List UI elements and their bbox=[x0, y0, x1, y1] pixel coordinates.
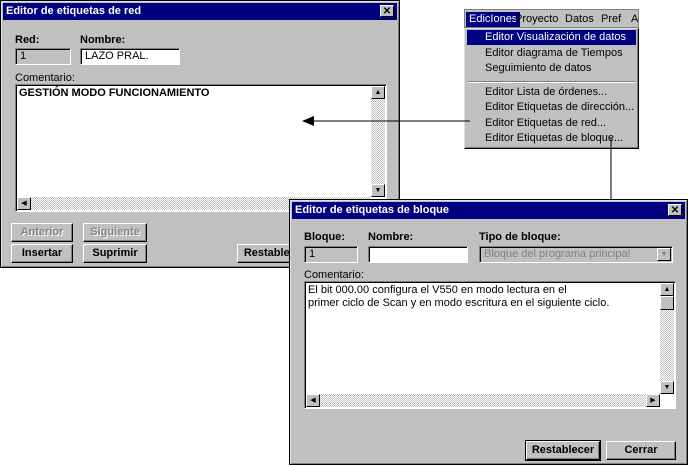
menu-item-seguimiento[interactable]: Seguimiento de datos bbox=[467, 61, 636, 76]
scroll-down-icon[interactable]: ▼ bbox=[660, 381, 674, 394]
scroll-right-icon[interactable]: ▶ bbox=[646, 394, 660, 407]
bloque-restablecer-button[interactable]: Restablecer bbox=[525, 440, 601, 461]
comentario-text: GESTIÓN MODO FUNCIONAMIENTO bbox=[19, 87, 210, 99]
red-editor-close-button[interactable]: ✕ bbox=[380, 5, 394, 17]
bloque-label: Bloque: bbox=[304, 231, 345, 243]
red-field[interactable]: 1 bbox=[15, 48, 71, 65]
bloque-editor-window: Editor de etiquetas de bloque ✕ Bloque: … bbox=[289, 199, 688, 465]
menu-item-lista-ordenes[interactable]: Editor Lista de órdenes... bbox=[467, 85, 636, 100]
menu-item-etiquetas-direccion[interactable]: Editor Etiquetas de dirección... bbox=[467, 100, 636, 115]
scroll-up-icon[interactable]: ▲ bbox=[660, 283, 674, 296]
menu-item-visualizacion[interactable]: Editor Visualización de datos bbox=[467, 30, 636, 45]
scroll-up-icon[interactable]: ▲ bbox=[371, 86, 385, 99]
cerrar-button[interactable]: Cerrar bbox=[606, 441, 676, 460]
bloque-editor-title: Editor de etiquetas de bloque bbox=[295, 204, 450, 216]
bloque-comentario-line2: primer ciclo de Scan y en modo escritura… bbox=[308, 297, 610, 309]
tipo-bloque-value: Bloque del programa principal bbox=[484, 248, 631, 260]
comentario-textarea[interactable]: GESTIÓN MODO FUNCIONAMIENTO ▲ ▼ ◀ bbox=[15, 84, 387, 212]
nombre-field[interactable]: LAZO PRAL. bbox=[80, 48, 180, 65]
scroll-down-icon[interactable]: ▼ bbox=[371, 184, 385, 197]
bloque-editor-titlebar[interactable]: Editor de etiquetas de bloque ✕ bbox=[292, 202, 685, 219]
insertar-button[interactable]: Insertar bbox=[11, 244, 73, 263]
comentario-vscrollbar[interactable]: ▲ ▼ bbox=[371, 86, 385, 197]
chevron-down-icon[interactable]: ▼ bbox=[657, 248, 671, 261]
bloque-comentario-vscrollbar[interactable]: ▲ ▼ bbox=[660, 283, 674, 394]
bloque-editor-close-button[interactable]: ✕ bbox=[668, 204, 682, 216]
scroll-thumb[interactable] bbox=[660, 296, 674, 310]
menubar-item-datos[interactable]: Datos bbox=[562, 12, 597, 27]
menu-separator bbox=[468, 81, 635, 83]
red-editor-title: Editor de etiquetas de red bbox=[6, 5, 142, 17]
menu-item-diagrama-tiempos[interactable]: Editor diagrama de Tiempos bbox=[467, 46, 636, 61]
menu-item-etiquetas-bloque[interactable]: Editor Etiquetas de bloque... bbox=[467, 131, 636, 146]
bloque-comentario-hscrollbar[interactable]: ◀ ▶ bbox=[306, 394, 660, 407]
bloque-comentario-label: Comentario: bbox=[304, 269, 364, 281]
suprimir-button[interactable]: Suprimir bbox=[83, 244, 147, 263]
bloque-comentario-textarea[interactable]: El bit 000.00 configura el V550 en modo … bbox=[304, 281, 676, 409]
tipo-bloque-select[interactable]: Bloque del programa principal ▼ bbox=[479, 246, 673, 263]
bloque-comentario-line1: El bit 000.00 configura el V550 en modo … bbox=[308, 284, 567, 296]
menubar: EdicIones Proyecto Datos Pref A bbox=[464, 9, 639, 28]
ediciones-menu: Editor Visualización de datos Editor dia… bbox=[464, 28, 639, 149]
bloque-nombre-field[interactable] bbox=[368, 246, 468, 263]
anterior-button[interactable]: Anterior bbox=[11, 223, 73, 242]
menubar-item-proyecto[interactable]: Proyecto bbox=[512, 12, 561, 27]
bloque-field[interactable]: 1 bbox=[304, 246, 358, 263]
scroll-left-icon[interactable]: ◀ bbox=[306, 394, 320, 407]
nombre-label: Nombre: bbox=[80, 34, 126, 46]
red-label: Red: bbox=[15, 34, 40, 46]
menubar-item-pref[interactable]: Pref bbox=[598, 12, 624, 27]
menu-item-etiquetas-red[interactable]: Editor Etiquetas de red... bbox=[467, 116, 636, 131]
menubar-item-a[interactable]: A bbox=[628, 12, 638, 27]
bloque-nombre-label: Nombre: bbox=[368, 231, 414, 243]
scroll-left-icon[interactable]: ◀ bbox=[17, 197, 31, 210]
siguiente-button[interactable]: Siguiente bbox=[83, 223, 147, 242]
red-editor-titlebar[interactable]: Editor de etiquetas de red ✕ bbox=[3, 3, 397, 20]
comentario-label: Comentario: bbox=[15, 72, 75, 84]
tipo-bloque-label: Tipo de bloque: bbox=[479, 231, 561, 243]
